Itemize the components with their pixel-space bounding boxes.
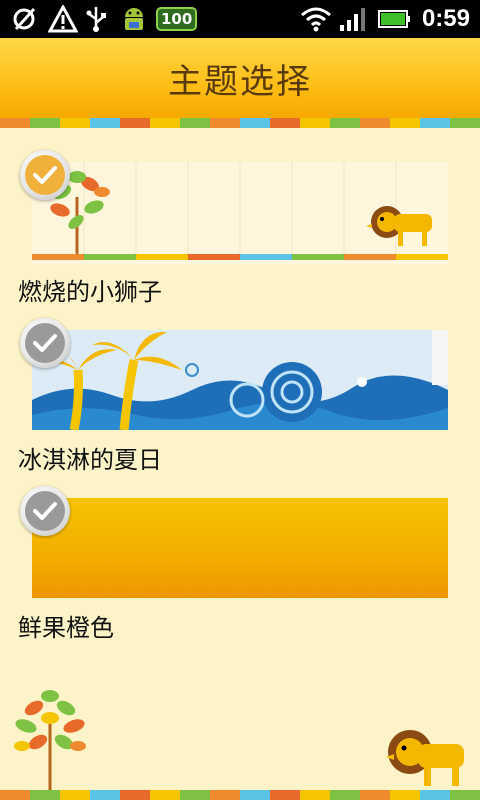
theme-item-orange[interactable]: 鲜果橙色 (0, 484, 480, 644)
wifi-icon (300, 5, 331, 33)
theme-label: 燃烧的小狮子 (18, 278, 162, 306)
unselected-check-icon[interactable] (20, 486, 70, 536)
theme-label: 鲜果橙色 (18, 614, 114, 642)
theme-preview-orange (32, 498, 448, 598)
theme-label: 冰淇淋的夏日 (18, 446, 162, 474)
theme-item-lion[interactable]: 燃烧的小狮子 (0, 148, 480, 308)
footer-stripe (0, 790, 480, 800)
clock: 0:59 (421, 5, 470, 32)
signal-icon (338, 5, 366, 33)
theme-item-summer[interactable]: 冰淇淋的夏日 (0, 316, 480, 476)
android-debug-icon (120, 5, 148, 33)
unselected-check-icon[interactable] (20, 318, 70, 368)
tree-decoration (8, 684, 92, 792)
status-bar: 100 0:59 (0, 0, 480, 38)
header-bar: 主题选择 (0, 38, 480, 118)
sd-card-icon (12, 5, 40, 33)
battery-notification-icon: 100 (156, 7, 198, 31)
usb-icon (84, 5, 112, 33)
theme-preview-summer (32, 330, 448, 430)
lion-decoration (384, 726, 468, 790)
theme-preview-lion (32, 162, 448, 264)
page-title: 主题选择 (168, 61, 312, 102)
battery-icon (376, 5, 412, 33)
selected-check-icon[interactable] (20, 150, 70, 200)
header-stripe (0, 118, 480, 128)
warning-icon (47, 3, 79, 33)
